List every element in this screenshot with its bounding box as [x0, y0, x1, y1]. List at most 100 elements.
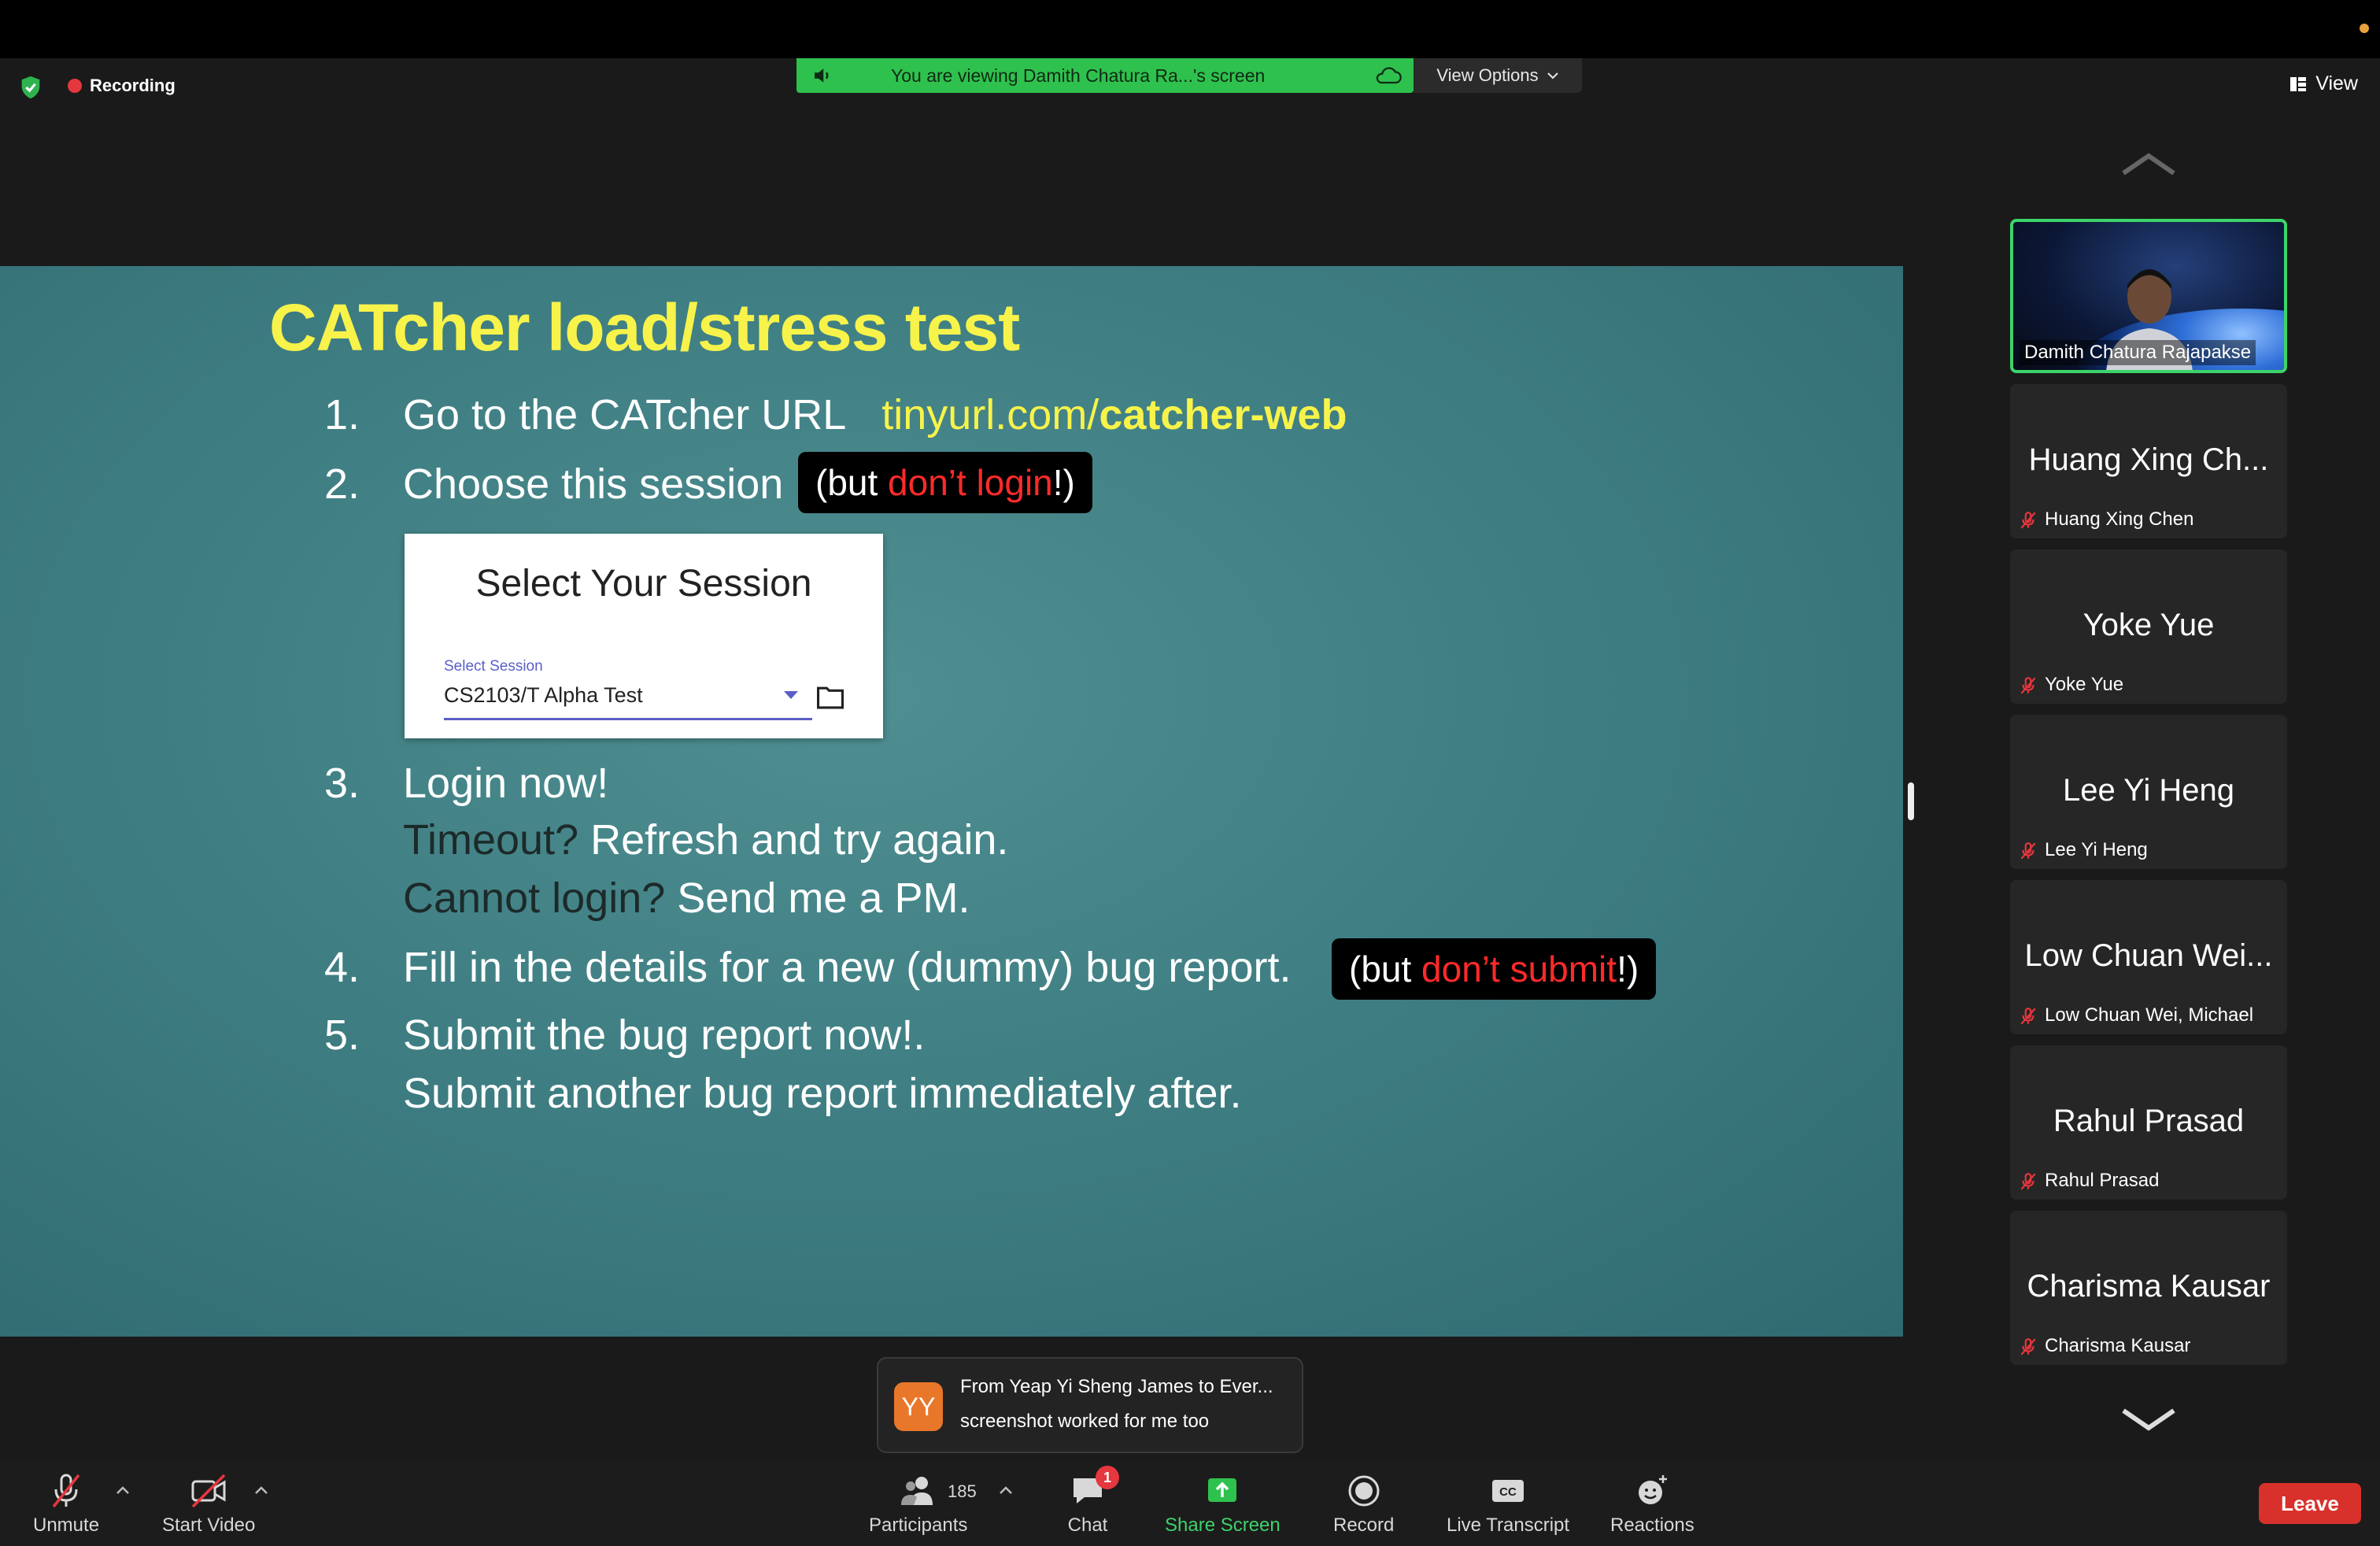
closed-captions-icon: CC [1492, 1480, 1524, 1502]
participants-count: 185 [948, 1481, 977, 1501]
share-screen-label: Share Screen [1165, 1515, 1281, 1536]
scroll-up-chevron-icon[interactable] [2119, 150, 2179, 178]
step-3-text: Login now! [403, 760, 609, 807]
chat-label: Chat [1067, 1515, 1108, 1536]
participant-display-name: Lee Yi Heng [2063, 773, 2234, 808]
meeting-top-bar: Recording You are viewing Damith Chatura… [0, 58, 2380, 113]
leave-button[interactable]: Leave [2259, 1483, 2361, 1524]
shared-screen-slide: CATcher load/stress test 1. Go to the CA… [0, 266, 1903, 1337]
record-icon [1348, 1475, 1380, 1507]
muted-mic-icon [2020, 512, 2036, 529]
participant-name: Charisma Kausar [2045, 1335, 2191, 1356]
chevron-down-icon [1547, 72, 1558, 80]
scroll-down-chevron-icon[interactable] [2119, 1406, 2179, 1434]
catcher-url-path: catcher-web [1099, 391, 1347, 438]
muted-mic-icon [2020, 677, 2036, 694]
participant-tile[interactable]: Huang Xing Ch... Huang Xing Chen [2010, 384, 2287, 538]
step-number: 3. [324, 760, 360, 807]
step-number: 4. [324, 944, 360, 991]
participant-name: Lee Yi Heng [2045, 839, 2148, 860]
participant-name: Low Chuan Wei, Michael [2045, 1004, 2254, 1026]
session-select-card: Select Your Session Select Session CS210… [405, 534, 883, 738]
participant-tile[interactable]: Lee Yi Heng Lee Yi Heng [2010, 715, 2287, 869]
participant-display-name: Rahul Prasad [2053, 1104, 2245, 1138]
step-1-text: Go to the CATcher URL [403, 391, 847, 438]
participants-options-caret-icon[interactable] [998, 1485, 1014, 1496]
participant-display-name: Charisma Kausar [2027, 1269, 2271, 1304]
system-bar [0, 0, 2380, 58]
recording-dot-icon [68, 79, 82, 93]
chat-notification[interactable]: YY From Yeap Yi Sheng James to Ever... s… [877, 1357, 1303, 1453]
muted-mic-icon [52, 1474, 80, 1508]
step-2-text: Choose this session [403, 460, 784, 508]
step-number: 5. [324, 1012, 360, 1059]
participants-label: Participants [869, 1515, 968, 1536]
active-speaker-tile[interactable]: Damith Chatura Rajapakse [2010, 219, 2287, 373]
catcher-url-prefix: tinyurl.com/ [881, 391, 1099, 438]
live-transcript-label: Live Transcript [1447, 1515, 1570, 1536]
note-suffix: !) [1052, 462, 1075, 503]
share-screen-button[interactable]: Share Screen [1165, 1470, 1281, 1537]
view-options-label: View Options [1436, 65, 1539, 85]
panel-resize-handle[interactable] [1908, 782, 1914, 820]
cannot-login-label: Cannot login? [403, 875, 666, 922]
audio-options-caret-icon[interactable] [115, 1485, 131, 1496]
avatar: YY [894, 1382, 943, 1431]
status-dot-icon [2360, 24, 2369, 33]
live-transcript-button[interactable]: CC Live Transcript [1447, 1470, 1569, 1537]
video-off-icon [191, 1474, 226, 1508]
participant-display-name: Yoke Yue [2082, 608, 2215, 642]
screen-share-banner: You are viewing Damith Chatura Ra...'s s… [796, 58, 1414, 93]
participant-name: Rahul Prasad [2045, 1170, 2160, 1191]
view-options-button[interactable]: View Options [1414, 58, 1582, 93]
dropdown-caret-icon [784, 691, 798, 699]
view-button[interactable]: View [2289, 72, 2358, 95]
step-4-text: Fill in the details for a new (dummy) bu… [403, 944, 1292, 991]
folder-icon [817, 686, 844, 709]
share-screen-icon [1208, 1478, 1237, 1502]
participant-tile[interactable]: Yoke Yue Yoke Yue [2010, 549, 2287, 704]
session-select-value: CS2103/T Alpha Test [444, 683, 643, 707]
video-options-caret-icon[interactable] [253, 1485, 269, 1496]
note-prefix: (but [1349, 949, 1422, 989]
step-5-line-2-text: Submit another bug report immediately af… [403, 1070, 1242, 1117]
banner-text: You are viewing Damith Chatura Ra...'s s… [891, 65, 1266, 86]
unmute-button[interactable]: Unmute [33, 1470, 99, 1537]
participant-display-name: Low Chuan Wei... [2024, 938, 2273, 973]
recording-indicator[interactable]: Recording [68, 74, 176, 98]
view-label: View [2315, 72, 2358, 94]
participant-name: Huang Xing Chen [2045, 509, 2194, 530]
record-button[interactable]: Record [1333, 1470, 1394, 1537]
participant-tile[interactable]: Low Chuan Wei... Low Chuan Wei, Michael [2010, 880, 2287, 1034]
meeting-controls-toolbar: Unmute Start Video Participants 185 Chat… [0, 1463, 2380, 1546]
record-label: Record [1333, 1515, 1395, 1536]
participants-button[interactable]: Participants [869, 1470, 967, 1537]
start-video-button[interactable]: Start Video [162, 1470, 255, 1537]
muted-mic-icon [2020, 842, 2036, 860]
step-5-text: Submit the bug report now!. [403, 1012, 926, 1059]
step-text: Go to the CATcher URL tinyurl.com/catche… [403, 390, 1347, 439]
participant-tile[interactable]: Rahul Prasad Rahul Prasad [2010, 1045, 2287, 1200]
participant-tile[interactable]: Charisma Kausar Charisma Kausar [2010, 1211, 2287, 1365]
note-prefix: (but [815, 462, 889, 503]
participant-display-name: Huang Xing Ch... [2028, 442, 2269, 477]
note-suffix: !) [1617, 949, 1639, 989]
layout-grid-icon [2290, 76, 2307, 91]
chat-sender: From Yeap Yi Sheng James to Ever... [960, 1376, 1273, 1397]
slide-title: CATcher load/stress test [269, 290, 1020, 364]
reactions-button[interactable]: Reactions [1610, 1470, 1694, 1537]
muted-mic-icon [2020, 1338, 2036, 1356]
timeout-label: Timeout? [403, 816, 579, 864]
shield-check-icon[interactable] [17, 74, 44, 101]
session-field-label: Select Session [444, 658, 543, 675]
select-underline [444, 718, 812, 720]
dont-login-note: (but don’t login!) [798, 452, 1092, 513]
chat-unread-badge: 1 [1096, 1466, 1119, 1489]
note-warning: don’t login [888, 462, 1053, 503]
reactions-label: Reactions [1610, 1515, 1694, 1536]
muted-mic-icon [2020, 1173, 2036, 1190]
muted-mic-icon [2020, 1008, 2036, 1025]
chat-message: screenshot worked for me too [960, 1411, 1210, 1432]
cannot-login-advice: Send me a PM. [665, 875, 970, 922]
step-number: 1. [324, 391, 360, 438]
